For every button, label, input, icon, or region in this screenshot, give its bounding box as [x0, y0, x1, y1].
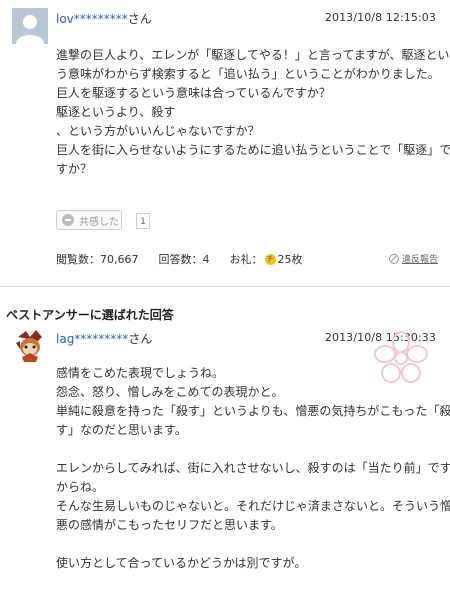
answerer-suffix: さん	[128, 332, 153, 346]
default-avatar-icon	[12, 8, 48, 44]
question-line: 、という方がいいんじゃないですか？	[56, 124, 260, 138]
answer-count: 回答数：4	[158, 253, 210, 266]
answer-body: 感情をこめた表現でしょうね。 怨念、怒り、憎しみをこめての表現かと。 単純に殺意…	[56, 364, 450, 573]
answer-line: 怨念、怒り、憎しみをこめての表現かと。	[56, 385, 284, 399]
question-line: 巨人を駆逐するという意味は合っているんですか？	[56, 86, 331, 100]
answer-line: からね。	[56, 480, 105, 494]
question-body: 進撃の巨人より、エレンが「駆逐してやる！」と言ってますが、駆逐とい う意味がわか…	[56, 46, 450, 179]
best-answer-heading: ベストアンサーに選ばれた回答	[6, 308, 174, 322]
answer-line: す」なのだと思います。	[56, 423, 187, 437]
answerer-username-line: lag*********さん	[56, 330, 152, 347]
answerer-username[interactable]: lag*********	[56, 332, 128, 346]
report-icon	[388, 253, 399, 264]
answer-line: エレンからしてみれば、街に入れさせないし、殺すのは「当たり前」です	[56, 461, 450, 475]
agree-button[interactable]: 共感した	[56, 210, 122, 230]
character-avatar-icon	[12, 327, 48, 363]
answer-line: 単純に殺意を持った「殺す」というよりも、憎悪の気持ちがこもった「殺	[56, 404, 450, 418]
questioner-username[interactable]: lov*********	[56, 12, 128, 26]
question-line: 巨人を街に入らせないようにするために追い払うということで「駆逐」で	[56, 143, 450, 157]
coin-icon: チ	[264, 253, 276, 265]
reward: お礼： チ 25枚	[230, 251, 303, 267]
answer-line	[56, 440, 440, 459]
view-count: 閲覧数：70,667	[56, 253, 139, 266]
questioner-suffix: さん	[127, 12, 152, 26]
agree-icon	[62, 214, 74, 226]
questioner-username-line: lov*********さん	[56, 10, 152, 27]
question-line: 進撃の巨人より、エレンが「駆逐してやる！」と言ってますが、駆逐とい	[56, 48, 450, 62]
questioner-avatar[interactable]	[12, 8, 48, 44]
answer-line: そんな生易しいものじゃないと。それだけじゃ済まさないと。そういう憎	[56, 499, 450, 513]
reward-label: お礼：	[229, 253, 263, 266]
section-divider	[0, 286, 450, 287]
agree-count: 1	[136, 213, 150, 229]
report-label: 違反報告	[401, 255, 438, 265]
report-link[interactable]: 違反報告	[388, 252, 438, 265]
question-line: 駆逐というより、殺す	[56, 105, 176, 119]
reward-value: 25枚	[277, 253, 303, 266]
answer-line: 感情をこめた表現でしょうね。	[56, 366, 225, 380]
answer-line: 使い方として合っているかどうかは別ですが。	[56, 556, 307, 570]
answerer-avatar[interactable]	[12, 327, 48, 363]
question-line: う意味がわからず検索すると「追い払う」ということがわかりました。	[56, 67, 440, 81]
answer-line: 悪の感情がこもったセリフだと思います。	[56, 518, 283, 532]
question-date: 2013/10/8 12:15:03	[324, 11, 436, 24]
question-stats: 閲覧数：70,667 回答数：4 お礼： チ 25枚	[56, 251, 323, 267]
question-line: すか？	[56, 162, 93, 176]
agree-label: 共感した	[79, 216, 119, 228]
answer-line	[56, 535, 440, 554]
